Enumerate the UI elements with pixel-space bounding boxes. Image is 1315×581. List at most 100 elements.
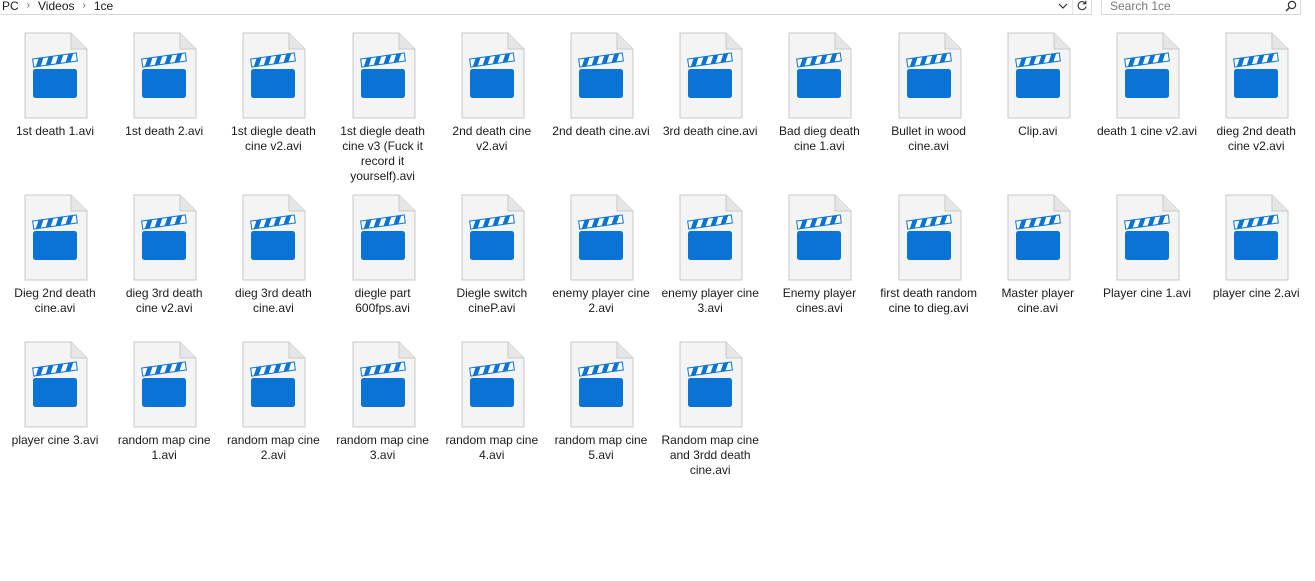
video-file-icon <box>133 341 197 428</box>
file-item[interactable]: Dieg 2nd death cine.avi <box>2 194 108 316</box>
file-item[interactable]: Diegle switch cineP.avi <box>439 194 545 316</box>
video-file-icon <box>24 194 88 281</box>
file-name: 2nd death cine v2.avi <box>452 124 532 153</box>
file-name: random map cine 5.avi <box>554 433 648 462</box>
file-name: Random map cine and 3rdd death cine.avi <box>661 433 759 477</box>
file-name: player cine 3.avi <box>11 433 99 447</box>
file-name: Enemy player cines.avi <box>782 286 857 315</box>
file-item[interactable]: random map cine 1.avi <box>111 341 217 463</box>
video-file-icon <box>461 194 525 281</box>
file-name: 1st death 2.avi <box>125 124 204 138</box>
file-item[interactable]: Bad dieg death cine 1.avi <box>766 32 872 154</box>
file-item[interactable]: enemy player cine 2.avi <box>548 194 654 316</box>
file-item[interactable]: 3rd death cine.avi <box>657 32 763 139</box>
video-file-icon <box>1225 32 1289 119</box>
file-item[interactable]: 1st diegle death cine v3 (Fuck it record… <box>330 32 436 184</box>
file-item[interactable]: random map cine 3.avi <box>330 341 436 463</box>
file-name: 2nd death cine.avi <box>552 124 650 138</box>
chevron-down-icon[interactable] <box>1054 0 1072 14</box>
file-name: 1st death 1.avi <box>15 124 95 138</box>
file-name: 3rd death cine.avi <box>662 124 758 138</box>
video-file-icon <box>679 341 743 428</box>
file-item[interactable]: death 1 cine v2.avi <box>1094 32 1200 139</box>
video-file-icon <box>352 341 416 428</box>
video-file-icon <box>570 194 634 281</box>
video-file-icon <box>133 194 197 281</box>
file-name: Bad dieg death cine 1.avi <box>779 124 860 153</box>
file-item[interactable]: Player cine 1.avi <box>1094 194 1200 301</box>
video-file-icon <box>24 32 88 119</box>
refresh-icon[interactable] <box>1072 0 1091 14</box>
file-name: first death random cine to dieg.avi <box>880 286 977 315</box>
file-item[interactable]: enemy player cine 3.avi <box>657 194 763 316</box>
video-file-icon <box>570 32 634 119</box>
file-item[interactable]: dieg 2nd death cine v2.avi <box>1203 32 1309 154</box>
file-name: random map cine 1.avi <box>117 433 211 462</box>
file-item[interactable]: Clip.avi <box>985 32 1091 139</box>
video-file-icon <box>461 32 525 119</box>
file-item[interactable]: 2nd death cine v2.avi <box>439 32 545 154</box>
video-file-icon <box>1116 32 1180 119</box>
file-item[interactable]: random map cine 2.avi <box>220 341 326 463</box>
file-item[interactable]: 1st death 2.avi <box>111 32 217 139</box>
video-file-icon <box>1116 194 1180 281</box>
video-file-icon <box>1007 194 1071 281</box>
file-name: Bullet in wood cine.avi <box>891 124 966 153</box>
file-name: Diegle switch cineP.avi <box>456 286 528 315</box>
search-input[interactable] <box>1102 0 1282 14</box>
video-file-icon <box>461 341 525 428</box>
video-file-icon <box>570 341 634 428</box>
file-item[interactable]: Enemy player cines.avi <box>766 194 872 316</box>
search-box[interactable] <box>1101 0 1301 15</box>
file-item[interactable]: dieg 3rd death cine v2.avi <box>111 194 217 316</box>
breadcrumb-current-folder[interactable]: 1ce <box>92 0 115 13</box>
file-name: dieg 2nd death cine v2.avi <box>1216 124 1296 153</box>
video-file-icon <box>352 194 416 281</box>
file-name: diegle part 600fps.avi <box>354 286 411 315</box>
file-name: Master player cine.avi <box>1001 286 1075 315</box>
file-name: Dieg 2nd death cine.avi <box>14 286 96 315</box>
video-file-icon <box>352 32 416 119</box>
file-item[interactable]: first death random cine to dieg.avi <box>876 194 982 316</box>
file-name: enemy player cine 2.avi <box>552 286 650 315</box>
video-file-icon <box>679 194 743 281</box>
file-item[interactable]: player cine 2.avi <box>1203 194 1309 301</box>
breadcrumb-separator-icon[interactable]: › <box>21 0 36 13</box>
breadcrumb-separator-icon[interactable]: › <box>77 0 92 13</box>
file-item[interactable]: diegle part 600fps.avi <box>330 194 436 316</box>
file-name: random map cine 3.avi <box>336 433 429 462</box>
video-file-icon <box>788 32 852 119</box>
file-item[interactable]: Bullet in wood cine.avi <box>876 32 982 154</box>
file-item[interactable]: 1st diegle death cine v2.avi <box>220 32 326 154</box>
file-name: enemy player cine 3.avi <box>661 286 759 315</box>
file-item[interactable]: Master player cine.avi <box>985 194 1091 316</box>
video-file-icon <box>1007 32 1071 119</box>
file-item[interactable]: Random map cine and 3rdd death cine.avi <box>657 341 763 478</box>
video-file-icon <box>898 194 962 281</box>
video-file-icon <box>898 32 962 119</box>
file-item[interactable]: 2nd death cine.avi <box>548 32 654 139</box>
file-item[interactable]: random map cine 5.avi <box>548 341 654 463</box>
file-name: Player cine 1.avi <box>1102 286 1192 300</box>
video-file-icon <box>1225 194 1289 281</box>
video-file-icon <box>242 194 306 281</box>
file-item[interactable]: 1st death 1.avi <box>2 32 108 139</box>
file-item[interactable]: dieg 3rd death cine.avi <box>220 194 326 316</box>
file-name: dieg 3rd death cine v2.avi <box>125 286 203 315</box>
file-name: player cine 2.avi <box>1212 286 1300 300</box>
search-icon[interactable] <box>1282 0 1300 14</box>
file-name: Clip.avi <box>1018 124 1058 138</box>
breadcrumb-videos[interactable]: Videos <box>36 0 76 13</box>
video-file-icon <box>788 194 852 281</box>
explorer-toolbar: PC › Videos › 1ce <box>0 0 1315 15</box>
file-name: 1st diegle death cine v2.avi <box>231 124 316 153</box>
file-item[interactable]: random map cine 4.avi <box>439 341 545 463</box>
file-item[interactable]: player cine 3.avi <box>2 341 108 448</box>
file-name: 1st diegle death cine v3 (Fuck it record… <box>340 124 425 183</box>
address-bar[interactable]: PC › Videos › 1ce <box>0 0 1092 15</box>
breadcrumb-pc[interactable]: PC <box>0 0 21 13</box>
video-file-icon <box>24 341 88 428</box>
file-name: death 1 cine v2.avi <box>1096 124 1198 138</box>
file-name: random map cine 2.avi <box>227 433 320 462</box>
video-file-icon <box>679 32 743 119</box>
